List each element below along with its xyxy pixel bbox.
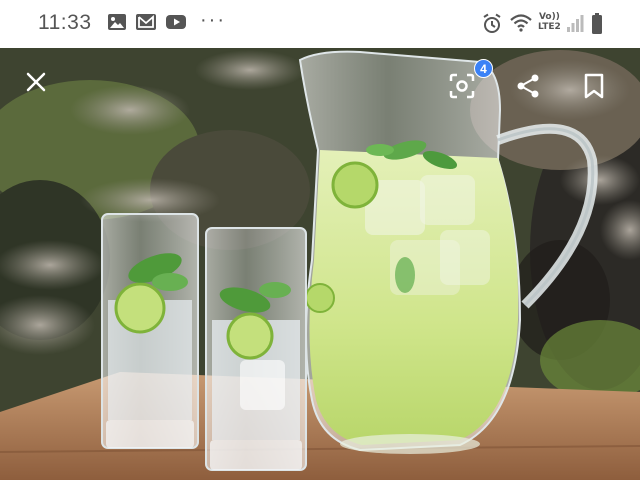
share-icon (515, 73, 541, 104)
network-label-top: Vo)) (538, 12, 560, 22)
lens-icon (448, 72, 476, 105)
wifi-icon (509, 13, 533, 33)
network-label: Vo)) LTE2 (538, 12, 561, 32)
signal-icon (566, 13, 584, 33)
bookmark-icon (583, 73, 605, 104)
close-icon (25, 71, 47, 98)
bookmark-button[interactable] (574, 68, 614, 108)
close-button[interactable] (16, 64, 56, 104)
status-time: 11:33 (38, 11, 92, 34)
youtube-icon (165, 13, 187, 31)
status-bar: 11:33 ··· Vo)) LTE2 (0, 0, 640, 48)
image-viewer[interactable]: 4 (0, 48, 640, 480)
share-button[interactable] (508, 68, 548, 108)
lens-badge: 4 (474, 59, 493, 78)
alarm-icon (481, 13, 503, 35)
gallery-icon (107, 13, 127, 31)
network-label-bottom: LTE2 (538, 22, 561, 32)
status-more-icon: ··· (200, 9, 226, 31)
mail-icon (135, 13, 157, 31)
limeade-photo (0, 48, 640, 480)
battery-icon (591, 13, 603, 35)
